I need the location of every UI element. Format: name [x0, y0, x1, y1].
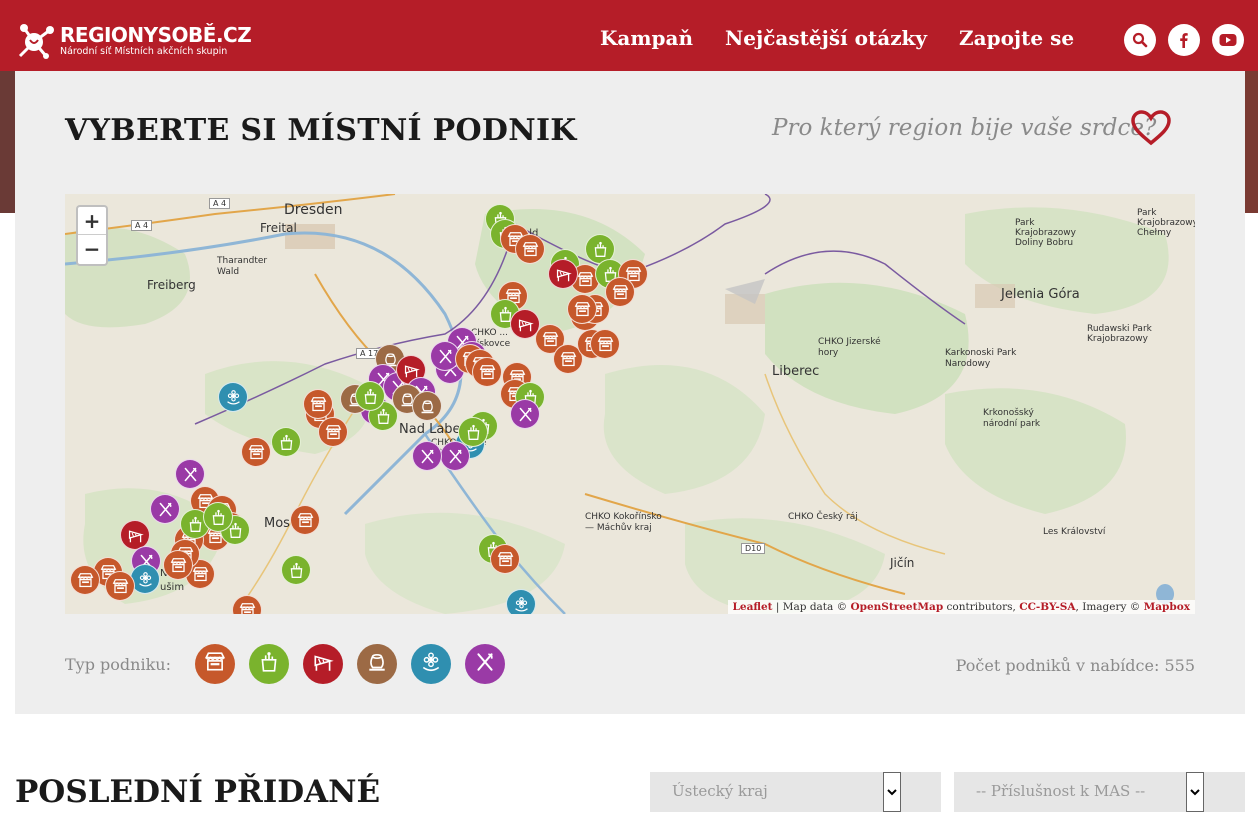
map-marker-flower[interactable]	[218, 382, 248, 412]
place-label-rudawski: Rudawski Park Krajobrazowy	[1087, 324, 1152, 344]
place-label-doliny-bobru: Park Krajobrazowy Doliny Bobru	[1015, 218, 1076, 248]
map-marker-flower[interactable]	[506, 589, 536, 614]
business-map[interactable]: Dresden Freital Freiberg Tharandter Wald…	[65, 194, 1195, 614]
business-count: Počet podniků v nabídce: 555	[955, 656, 1195, 675]
fork-knife-icon	[474, 651, 496, 677]
filter-flower-button[interactable]	[411, 644, 451, 684]
slogan: Pro který region bije vaše srdce?	[772, 115, 1157, 141]
map-marker-shop[interactable]	[567, 294, 597, 324]
place-label-freital: Freital	[260, 221, 297, 235]
map-marker-shop[interactable]	[318, 417, 348, 447]
map-panel: VYBERTE SI MÍSTNÍ PODNIK Pro který regio…	[15, 71, 1245, 714]
attrib-sep: | Map data ©	[772, 601, 851, 613]
logo-mark-icon	[16, 20, 58, 62]
map-marker-shop[interactable]	[490, 544, 520, 574]
youtube-icon[interactable]	[1212, 24, 1244, 56]
logo-subtitle: Národní síť Místních akčních skupin	[60, 46, 228, 57]
map-marker-fork-knife[interactable]	[175, 459, 205, 489]
place-label-freiberg: Freiberg	[147, 278, 196, 292]
place-label-kokorinsko: CHKO Kokořínsko — Máchův kraj	[585, 512, 662, 533]
map-marker-grocery-bag[interactable]	[281, 555, 311, 585]
site-logo[interactable]: REGIONYSOBĚ.CZ Národní síť Místních akčn…	[16, 20, 252, 62]
zoom-in-button[interactable]: +	[78, 207, 106, 235]
search-icon[interactable]	[1124, 24, 1156, 56]
map-marker-shop[interactable]	[105, 571, 135, 601]
filter-pottery-button[interactable]	[357, 644, 397, 684]
place-label-krkonose: Krkonošský národní park	[983, 408, 1041, 429]
road-label-d10: D10	[741, 543, 766, 554]
place-label-tharandt: Tharandter Wald	[217, 256, 268, 277]
attrib-imagery: , Imagery ©	[1075, 601, 1144, 613]
place-label-jelenia-gora: Jelenia Góra	[1001, 287, 1080, 302]
map-marker-grocery-bag[interactable]	[458, 417, 488, 447]
map-marker-shop[interactable]	[472, 357, 502, 387]
map-marker-fork-knife[interactable]	[150, 494, 180, 524]
map-marker-grocery-bag[interactable]	[355, 381, 385, 411]
map-marker-shop[interactable]	[590, 329, 620, 359]
shop-icon	[204, 651, 226, 677]
page-title: VYBERTE SI MÍSTNÍ PODNIK	[65, 113, 577, 148]
grocery-bag-icon	[258, 651, 280, 677]
map-marker-grocery-bag[interactable]	[271, 427, 301, 457]
hero-background-right	[1244, 71, 1258, 213]
leaflet-link[interactable]: Leaflet	[733, 601, 773, 613]
region-select[interactable]: Ústecký kraj	[650, 772, 941, 812]
hero-background	[0, 71, 16, 213]
road-label-a4-west: A 4	[131, 220, 153, 231]
place-label-chelmy: Park Krajobrazowy Chełmy	[1137, 208, 1195, 238]
map-marker-fork-knife[interactable]	[412, 441, 442, 471]
map-marker-shop[interactable]	[515, 234, 545, 264]
site-header: REGIONYSOBĚ.CZ Národní síť Místních akčn…	[0, 0, 1258, 71]
place-label-liberec: Liberec	[772, 364, 820, 379]
map-marker-market-stall[interactable]	[548, 259, 578, 289]
map-marker-shop[interactable]	[605, 277, 635, 307]
filter-label: Typ podniku:	[65, 655, 171, 674]
filter-market-stall-button[interactable]	[303, 644, 343, 684]
place-label-dresden: Dresden	[284, 202, 343, 218]
nav-zapojte-se[interactable]: Zapojte se	[959, 26, 1074, 50]
place-label-jicin: Jičín	[890, 556, 915, 570]
map-marker-shop[interactable]	[241, 437, 271, 467]
map-marker-shop[interactable]	[163, 550, 193, 580]
region-select-value: Ústecký kraj	[672, 782, 768, 800]
zoom-control: + −	[76, 205, 108, 266]
map-marker-shop[interactable]	[303, 389, 333, 419]
map-marker-pottery[interactable]	[412, 391, 442, 421]
map-marker-grocery-bag[interactable]	[203, 502, 233, 532]
place-label-jizerske: CHKO Jizerské hory	[818, 337, 881, 358]
map-marker-shop[interactable]	[70, 565, 100, 595]
flower-icon	[420, 651, 442, 677]
map-marker-fork-knife[interactable]	[510, 399, 540, 429]
mas-select-value: -- Příslušnost k MAS --	[976, 782, 1146, 800]
osm-link[interactable]: OpenStreetMap	[850, 601, 943, 613]
heart-icon	[1130, 109, 1172, 147]
place-label-usim: ušim	[160, 582, 185, 593]
latest-added-title: POSLEDNÍ PŘIDANÉ	[15, 774, 381, 810]
attrib-contrib: contributors,	[943, 601, 1020, 613]
mas-select[interactable]: -- Příslušnost k MAS --	[954, 772, 1245, 812]
mapbox-link[interactable]: Mapbox	[1144, 601, 1190, 613]
filter-fork-knife-button[interactable]	[465, 644, 505, 684]
facebook-icon[interactable]	[1168, 24, 1200, 56]
nav-kampan[interactable]: Kampaň	[600, 26, 693, 50]
logo-title: REGIONYSOBĚ.CZ	[60, 23, 252, 47]
place-label-les-kralovstvi: Les Království	[1043, 527, 1106, 537]
market-stall-icon	[312, 651, 334, 677]
place-label-cesky-raj: CHKO Český ráj	[788, 512, 858, 522]
place-label-karkonoski: Karkonoski Park Narodowy	[945, 348, 1017, 369]
filter-shop-button[interactable]	[195, 644, 235, 684]
zoom-out-button[interactable]: −	[78, 235, 106, 263]
nav-faq[interactable]: Nejčastější otázky	[725, 26, 927, 50]
chevron-down-icon[interactable]	[883, 772, 901, 812]
business-type-filters	[195, 644, 505, 684]
road-label-a4: A 4	[209, 198, 231, 209]
map-marker-shop[interactable]	[290, 505, 320, 535]
chevron-down-icon[interactable]	[1186, 772, 1204, 812]
main-nav: Kampaň Nejčastější otázky Zapojte se	[600, 26, 1074, 50]
map-attribution: Leaflet | Map data © OpenStreetMap contr…	[727, 600, 1195, 614]
pottery-icon	[366, 651, 388, 677]
license-link[interactable]: CC-BY-SA	[1019, 601, 1075, 613]
filter-grocery-bag-button[interactable]	[249, 644, 289, 684]
